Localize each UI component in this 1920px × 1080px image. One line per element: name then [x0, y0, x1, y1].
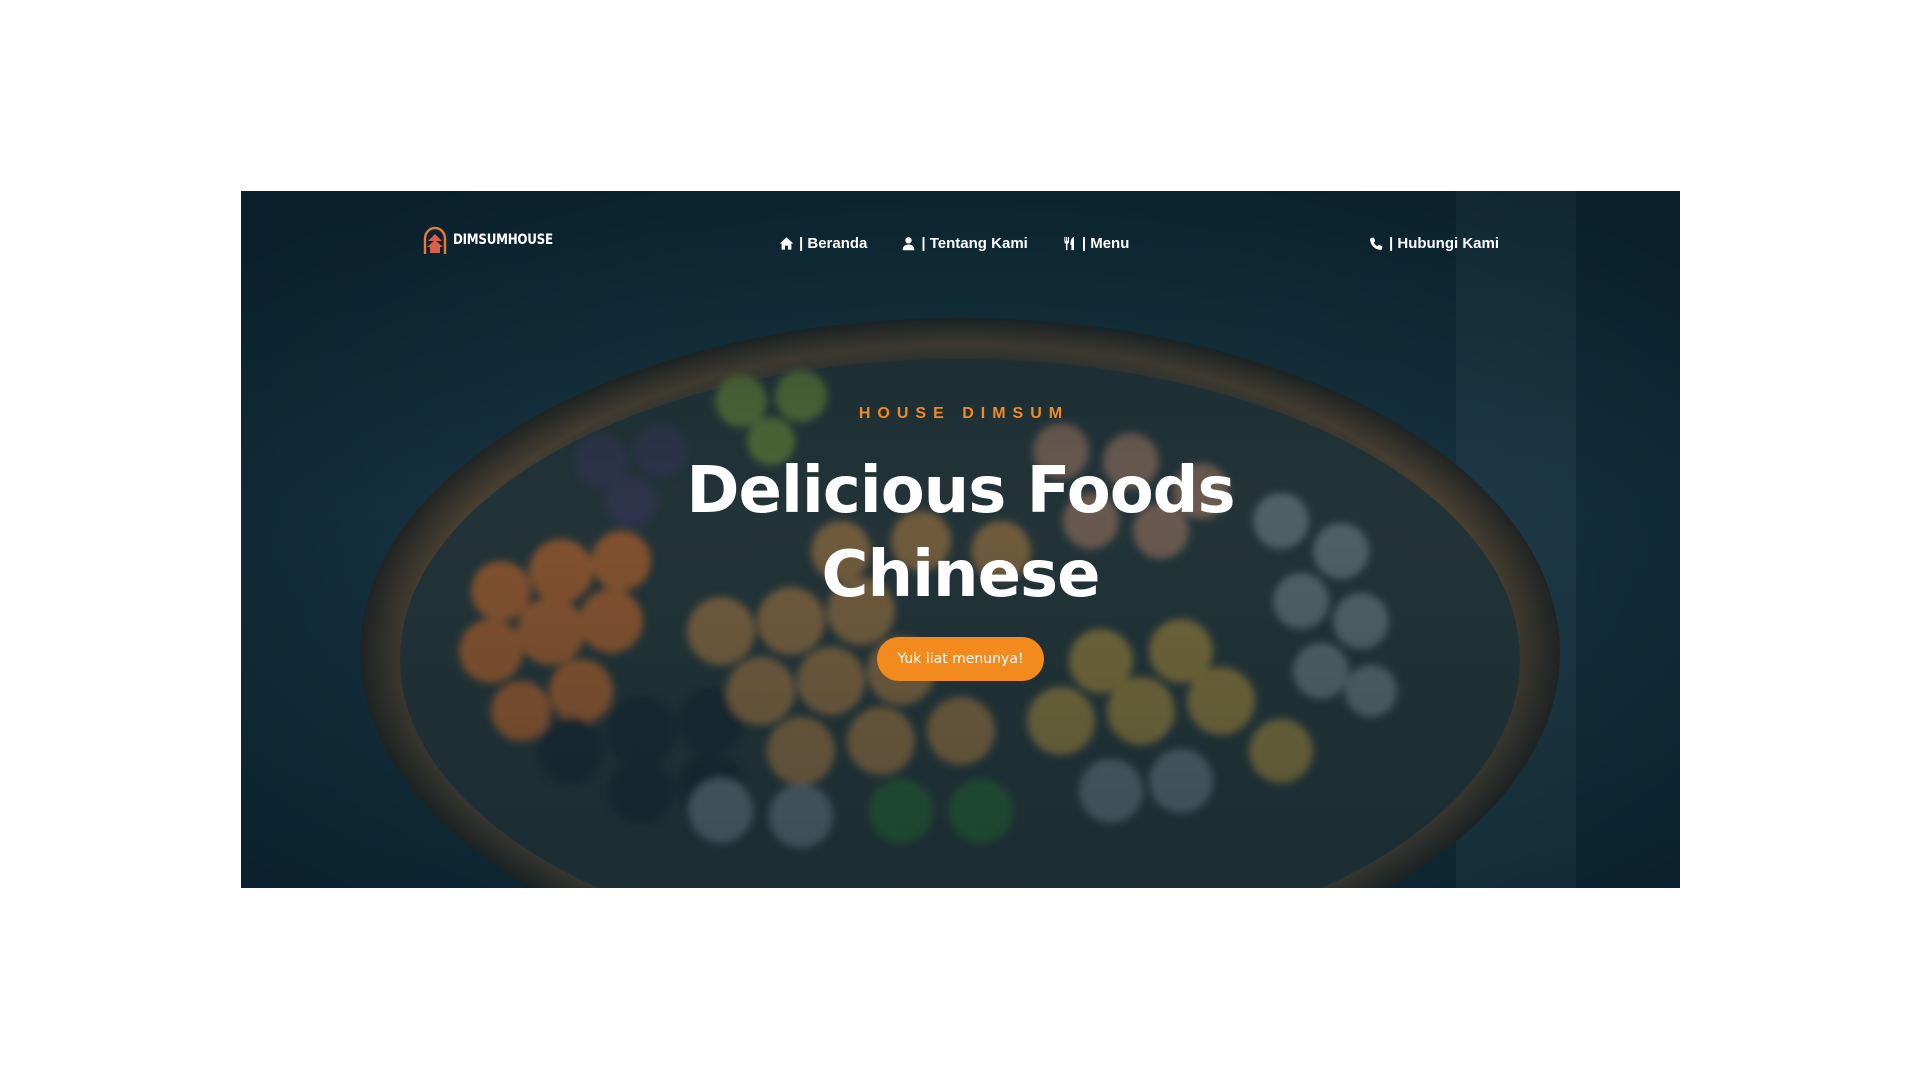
hero-headline-line1: Delicious Foods: [686, 454, 1235, 528]
view-menu-button[interactable]: Yuk liat menunya!: [877, 637, 1044, 681]
hero-headline-line2: Chinese: [821, 538, 1101, 612]
top-navigation: DIMSUMHOUSE | Beranda | Tentang Kami | M…: [241, 191, 1680, 296]
brand-logo-text: DIMSUMHOUSE: [453, 232, 553, 248]
hero-eyebrow: HOUSE DIMSUM: [858, 405, 1070, 422]
hero-section: DIMSUMHOUSE | Beranda | Tentang Kami | M…: [241, 191, 1680, 888]
hero-headline: Delicious Foods Chinese: [241, 449, 1680, 617]
nav-item-label: | Menu: [1081, 235, 1130, 252]
nav-item-label: | Beranda: [799, 235, 868, 252]
home-icon: [779, 237, 794, 250]
nav-contact-label: | Hubungi Kami: [1389, 235, 1500, 252]
nav-item-tentang-kami[interactable]: | Tentang Kami: [901, 235, 1028, 252]
nav-item-beranda[interactable]: | Beranda: [779, 235, 867, 252]
pagoda-logo-icon: [423, 226, 447, 254]
nav-item-label: | Tentang Kami: [921, 235, 1028, 252]
nav-item-hubungi-kami[interactable]: | Hubungi Kami: [1369, 235, 1499, 252]
phone-icon: [1370, 237, 1383, 250]
nav-item-menu[interactable]: | Menu: [1062, 235, 1130, 252]
hero-content: HOUSE DIMSUM Delicious Foods Chinese Yuk…: [241, 405, 1680, 681]
nav-menu: | Beranda | Tentang Kami | Menu: [779, 235, 1129, 252]
utensils-icon: [1064, 236, 1074, 251]
user-icon: [903, 237, 915, 251]
brand-logo[interactable]: DIMSUMHOUSE: [421, 225, 570, 255]
